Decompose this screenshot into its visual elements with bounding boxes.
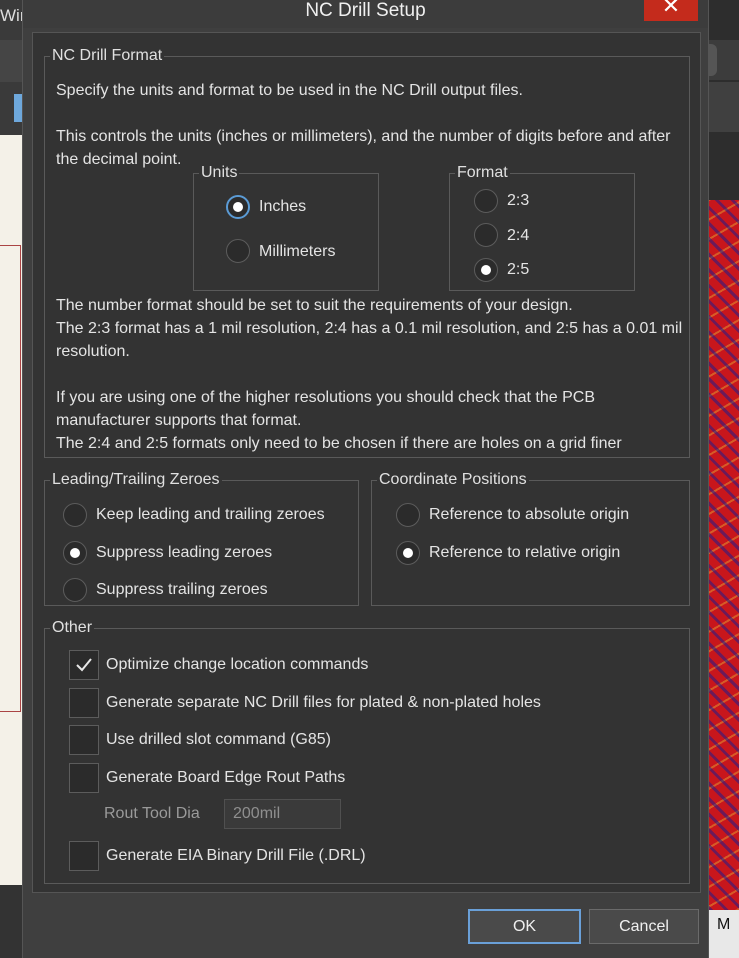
pcb-layout-view bbox=[709, 200, 739, 910]
absolute-origin-radio[interactable] bbox=[396, 503, 420, 527]
format-2-4-label[interactable]: 2:4 bbox=[507, 226, 529, 246]
separate-files-label[interactable]: Generate separate NC Drill files for pla… bbox=[106, 693, 541, 713]
format-legend: Format bbox=[457, 164, 508, 181]
inches-label[interactable]: Inches bbox=[259, 197, 306, 217]
coordinate-positions-legend: Coordinate Positions bbox=[379, 471, 527, 488]
absolute-origin-label[interactable]: Reference to absolute origin bbox=[429, 505, 629, 525]
dialog-titlebar: NC Drill Setup ✕ bbox=[23, 0, 708, 28]
format-note-resolution: The 2:3 format has a 1 mil resolution, 2… bbox=[56, 320, 683, 360]
nc-drill-setup-dialog: NC Drill Setup ✕ NC Drill Format Specify… bbox=[22, 0, 709, 958]
suppress-leading-label[interactable]: Suppress leading zeroes bbox=[96, 543, 272, 563]
background-toolbar-icons bbox=[709, 82, 739, 132]
suppress-leading-radio[interactable] bbox=[63, 541, 87, 565]
format-2-3-radio[interactable] bbox=[474, 189, 498, 213]
format-note-requirements: The number format should be set to suit … bbox=[56, 297, 573, 314]
format-description: Specify the units and format to be used … bbox=[56, 82, 523, 99]
background-pcb-window: M bbox=[709, 0, 739, 958]
units-group: Units bbox=[193, 164, 379, 291]
format-2-4-radio[interactable] bbox=[474, 223, 498, 247]
other-legend: Other bbox=[52, 619, 93, 636]
keep-zeroes-radio[interactable] bbox=[63, 503, 87, 527]
relative-origin-radio[interactable] bbox=[396, 541, 420, 565]
dialog-content-panel: NC Drill Format Specify the units and fo… bbox=[32, 32, 701, 893]
drilled-slot-label[interactable]: Use drilled slot command (G85) bbox=[106, 730, 331, 750]
background-toolbar-button bbox=[709, 44, 717, 76]
format-note-grid: The 2:4 and 2:5 formats only need to be … bbox=[56, 435, 622, 452]
background-toolbar-button bbox=[14, 94, 22, 122]
suppress-trailing-radio[interactable] bbox=[63, 578, 87, 602]
suppress-trailing-label[interactable]: Suppress trailing zeroes bbox=[96, 580, 268, 600]
optimize-commands-checkbox[interactable] bbox=[69, 650, 99, 680]
background-statusbar bbox=[0, 885, 22, 958]
eia-binary-label[interactable]: Generate EIA Binary Drill File (.DRL) bbox=[106, 846, 366, 866]
inches-radio[interactable] bbox=[226, 195, 250, 219]
board-edge-rout-checkbox[interactable] bbox=[69, 763, 99, 793]
cancel-button[interactable]: Cancel bbox=[589, 909, 699, 944]
close-button[interactable]: ✕ bbox=[644, 0, 698, 21]
format-2-3-label[interactable]: 2:3 bbox=[507, 191, 529, 211]
units-legend: Units bbox=[201, 164, 238, 181]
rout-tool-dia-input[interactable]: 200mil bbox=[224, 799, 341, 829]
background-schematic-window: Wir bbox=[0, 0, 25, 958]
rout-tool-dia-label: Rout Tool Dia bbox=[104, 805, 200, 822]
drilled-slot-checkbox[interactable] bbox=[69, 725, 99, 755]
format-2-5-radio[interactable] bbox=[474, 258, 498, 282]
relative-origin-label[interactable]: Reference to relative origin bbox=[429, 543, 620, 563]
keep-zeroes-label[interactable]: Keep leading and trailing zeroes bbox=[96, 505, 325, 525]
optimize-commands-label[interactable]: Optimize change location commands bbox=[106, 655, 368, 675]
background-panel-tab: M bbox=[709, 910, 739, 958]
dialog-title: NC Drill Setup bbox=[305, 0, 426, 21]
coordinate-positions-group: Coordinate Positions bbox=[371, 471, 690, 606]
zeroes-legend: Leading/Trailing Zeroes bbox=[52, 471, 220, 488]
checkmark-icon bbox=[76, 658, 92, 672]
background-toolbar bbox=[0, 40, 22, 82]
board-edge-rout-label[interactable]: Generate Board Edge Rout Paths bbox=[106, 768, 345, 788]
eia-binary-checkbox[interactable] bbox=[69, 841, 99, 871]
millimeters-radio[interactable] bbox=[226, 239, 250, 263]
format-note-manufacturer: If you are using one of the higher resol… bbox=[56, 389, 595, 429]
ok-button[interactable]: OK bbox=[468, 909, 581, 944]
format-2-5-label[interactable]: 2:5 bbox=[507, 260, 529, 280]
schematic-drawing bbox=[0, 245, 21, 712]
nc-drill-format-legend: NC Drill Format bbox=[52, 47, 163, 64]
separate-files-checkbox[interactable] bbox=[69, 688, 99, 718]
millimeters-label[interactable]: Millimeters bbox=[259, 242, 335, 262]
